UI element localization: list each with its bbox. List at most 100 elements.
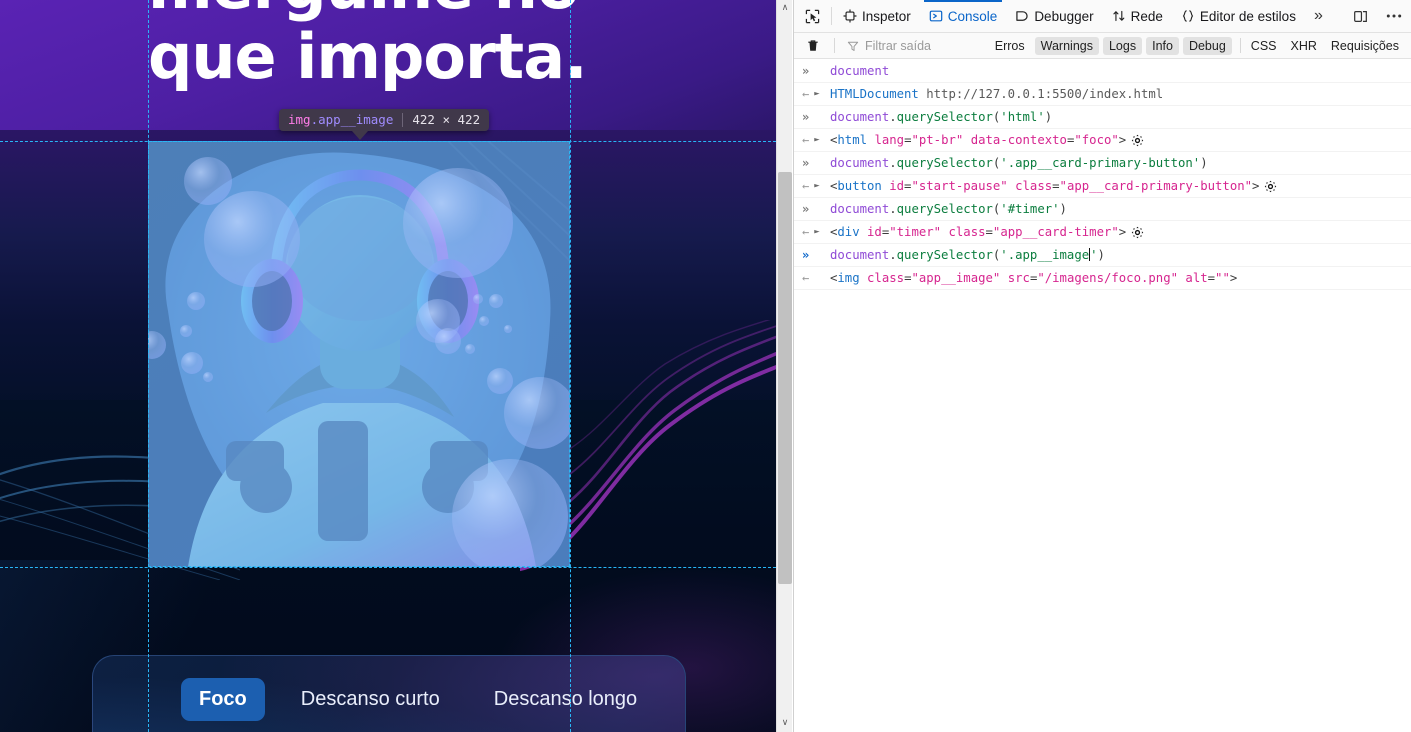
console-output-row[interactable]: ← ► <div id="timer" class="app__card-timer… xyxy=(794,221,1411,244)
filter-css[interactable]: CSS xyxy=(1249,37,1279,55)
dock-split-icon xyxy=(1353,9,1368,24)
console-output-row[interactable]: ← ► HTMLDocument http://127.0.0.1:5500/ind… xyxy=(794,83,1411,106)
tooltip-dimensions: 422 × 422 xyxy=(412,112,481,127)
prompt-marker-icon: » xyxy=(802,156,810,170)
dock-position-button[interactable] xyxy=(1344,0,1377,32)
prompt-marker-icon: » xyxy=(802,248,810,262)
filter-level-debug[interactable]: Debug xyxy=(1182,36,1232,55)
console-input-row[interactable]: » document.querySelector('.app__image') xyxy=(794,244,1411,267)
tab-editor-de-estilos[interactable]: Editor de estilos xyxy=(1172,0,1305,32)
expand-triangle-icon[interactable]: ► xyxy=(814,86,819,102)
filter-xhr[interactable]: XHR xyxy=(1289,37,1319,55)
tab-debugger[interactable]: Debugger xyxy=(1006,0,1102,32)
console-icon xyxy=(929,9,943,23)
tooltip-arrow xyxy=(352,131,368,140)
filterbar-right-group: CSS XHR Requisições xyxy=(1249,37,1405,55)
prompt-marker-icon: » xyxy=(802,202,810,216)
scrollbar-up-arrow[interactable]: ∧ xyxy=(777,0,793,17)
filter-level-logs[interactable]: Logs xyxy=(1102,36,1143,55)
devtools-options-button[interactable] xyxy=(1377,0,1411,32)
console-input-row[interactable]: » document.querySelector('#timer') xyxy=(794,198,1411,221)
tab-descanso-curto[interactable]: Descanso curto xyxy=(283,678,458,721)
console-row-gutter: » xyxy=(802,109,830,125)
page-scrollbar[interactable]: ∧ ∨ xyxy=(776,0,792,732)
tab-foco[interactable]: Foco xyxy=(181,678,265,721)
console-filter-input[interactable]: Filtrar saída xyxy=(843,39,985,53)
filter-requisicoes[interactable]: Requisições xyxy=(1329,37,1401,55)
console-row-text: document xyxy=(830,64,890,78)
console-row-gutter: ← ► xyxy=(802,132,830,148)
devtools-toolbar: Inspetor Console Debugger Rede Editor de… xyxy=(794,0,1411,33)
console-output-row[interactable]: ← <img class="app__image" src="/imagens/f… xyxy=(794,267,1411,290)
page-viewport: mergulhe no que importa. xyxy=(0,0,776,732)
tab-inspetor[interactable]: Inspetor xyxy=(834,0,920,32)
filter-level-info[interactable]: Info xyxy=(1146,36,1179,55)
expand-triangle-icon[interactable]: ► xyxy=(814,132,819,148)
tab-descanso-longo[interactable]: Descanso longo xyxy=(476,678,655,721)
expand-triangle-icon[interactable]: ► xyxy=(814,224,819,240)
style-editor-icon xyxy=(1181,9,1195,23)
console-output[interactable]: » document ← ► HTMLDocument http://127.0.0.1… xyxy=(794,60,1411,732)
console-row-gutter: ← xyxy=(802,270,830,286)
filter-level-erros[interactable]: Erros xyxy=(989,37,1031,55)
tab-rede[interactable]: Rede xyxy=(1103,0,1172,32)
scrollbar-down-arrow[interactable]: ∨ xyxy=(777,715,793,732)
console-filter-placeholder: Filtrar saída xyxy=(865,38,931,53)
tooltip-divider xyxy=(402,112,404,127)
toolbar-overflow-button[interactable]: » xyxy=(1305,0,1332,32)
trash-icon[interactable] xyxy=(800,38,826,53)
tab-rede-label: Rede xyxy=(1130,8,1163,24)
focus-illustration xyxy=(148,141,570,567)
console-output-row[interactable]: ← ► <button id="start-pause" class="app__c… xyxy=(794,175,1411,198)
scrollbar-thumb[interactable] xyxy=(778,172,792,584)
console-row-gutter: ← ► xyxy=(802,224,830,240)
result-arrow-icon: ← xyxy=(802,271,810,285)
filterbar-divider-1 xyxy=(834,38,835,53)
app-image[interactable] xyxy=(148,141,570,567)
console-input-row[interactable]: » document.querySelector('html') xyxy=(794,106,1411,129)
result-arrow-icon: ← xyxy=(802,225,810,239)
tab-editor-de-estilos-label: Editor de estilos xyxy=(1199,8,1296,24)
result-arrow-icon: ← xyxy=(802,87,810,101)
filter-icon xyxy=(847,40,859,52)
console-row-text: document.querySelector('.app__card-prima… xyxy=(830,156,1208,170)
console-row-gutter: ← ► xyxy=(802,86,830,102)
prompt-marker-icon: » xyxy=(802,110,810,124)
prompt-marker-icon: » xyxy=(802,64,810,78)
debugger-icon xyxy=(1015,9,1029,23)
element-picker-icon xyxy=(805,9,820,24)
chevron-double-right-icon: » xyxy=(1313,7,1323,24)
console-row-gutter: » xyxy=(802,155,830,171)
card-tab-group: Foco Descanso curto Descanso longo xyxy=(181,678,655,721)
result-arrow-icon: ← xyxy=(802,133,810,147)
tab-debugger-label: Debugger xyxy=(1034,8,1094,24)
console-row-gutter: » xyxy=(802,201,830,217)
console-row-text: document.querySelector('#timer') xyxy=(830,202,1067,216)
filter-level-warnings[interactable]: Warnings xyxy=(1034,36,1099,55)
console-input-row[interactable]: » document.querySelector('.app__card-prim… xyxy=(794,152,1411,175)
inspector-tooltip: img.app__image 422 × 422 xyxy=(279,109,490,131)
inspector-icon xyxy=(843,9,857,23)
console-row-gutter: » xyxy=(802,247,830,263)
console-output-row[interactable]: ← ► <html lang="pt-br" data-contexto="foco… xyxy=(794,129,1411,152)
toolbar-divider-1 xyxy=(831,7,832,25)
headline-line-2: que importa. xyxy=(148,20,588,93)
console-row-text: HTMLDocument http://127.0.0.1:5500/index… xyxy=(830,87,1164,101)
console-row-text: document.querySelector('html') xyxy=(830,110,1053,124)
expand-triangle-icon[interactable]: ► xyxy=(814,178,819,194)
tab-inspetor-label: Inspetor xyxy=(862,8,911,24)
tab-console-label: Console xyxy=(947,8,998,24)
more-options-icon xyxy=(1386,13,1402,19)
tab-console[interactable]: Console xyxy=(920,0,1007,32)
console-filter-bar: Filtrar saída Erros Warnings Logs Info D… xyxy=(794,33,1411,59)
element-picker-button[interactable] xyxy=(794,0,829,32)
tooltip-class-name: .app__image xyxy=(310,112,394,127)
console-input-row[interactable]: » document xyxy=(794,60,1411,83)
console-row-gutter: » xyxy=(802,63,830,79)
filterbar-divider-2 xyxy=(1239,38,1241,53)
console-row-text: document.querySelector('.app__image') xyxy=(830,248,1105,262)
tooltip-tag-name: img xyxy=(288,112,311,127)
console-row-text: <button id="start-pause" class="app__car… xyxy=(830,178,1405,194)
console-row-gutter: ← ► xyxy=(802,178,830,194)
result-arrow-icon: ← xyxy=(802,179,810,193)
